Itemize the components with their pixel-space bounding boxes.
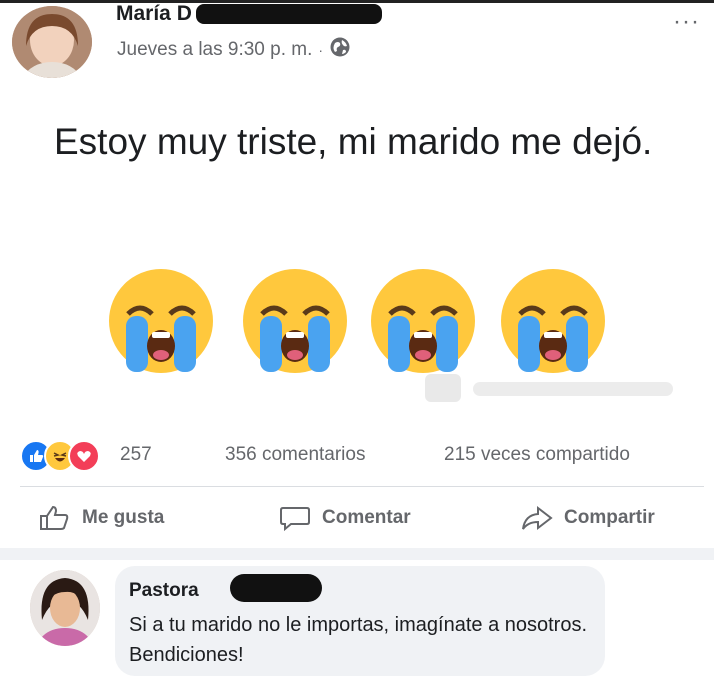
loudly-crying-face-icon — [371, 269, 475, 373]
commenter-avatar[interactable] — [30, 570, 100, 646]
more-options-icon[interactable]: ··· — [673, 8, 700, 36]
shares-count[interactable]: 215 veces compartido — [444, 444, 630, 466]
comment-icon — [280, 507, 310, 532]
post-text: Estoy muy triste, mi marido me dejó. — [54, 121, 653, 162]
share-arrow-icon — [522, 505, 553, 531]
commenter-name[interactable]: Pastora — [129, 580, 199, 602]
meta-separator: · — [318, 42, 324, 58]
love-icon — [68, 440, 100, 472]
like-label: Me gusta — [82, 507, 165, 528]
section-separator — [0, 548, 714, 560]
author-name-redaction — [196, 4, 382, 24]
post-timestamp[interactable]: Jueves a las 9:30 p. m. — [117, 39, 312, 61]
loudly-crying-face-icon — [109, 269, 213, 373]
author-name[interactable]: María D — [116, 2, 192, 26]
reaction-icons[interactable] — [20, 440, 100, 472]
post-meta: Jueves a las 9:30 p. m. · — [117, 36, 351, 64]
globe-icon — [329, 36, 351, 64]
post-actions: Me gusta Comentar Compartir — [0, 500, 714, 540]
reactions-row: 257 356 comentarios 215 veces compartido — [20, 440, 710, 472]
thumbs-up-icon — [40, 505, 69, 530]
comment-bubble: Pastora Si a tu marido no le importas, i… — [115, 566, 605, 676]
divider — [20, 486, 704, 487]
watermark-logo — [425, 374, 673, 402]
share-button[interactable]: Compartir — [520, 504, 655, 532]
share-label: Compartir — [564, 507, 655, 528]
comment-button[interactable]: Comentar — [278, 504, 411, 532]
reaction-count[interactable]: 257 — [120, 444, 152, 466]
comment-label: Comentar — [322, 507, 411, 528]
comments-count[interactable]: 356 comentarios — [225, 444, 365, 466]
emoji-row — [106, 266, 626, 376]
commenter-name-redaction — [230, 574, 322, 602]
loudly-crying-face-icon — [501, 269, 605, 373]
loudly-crying-face-icon — [243, 269, 347, 373]
author-avatar[interactable] — [12, 6, 92, 78]
comment-text: Si a tu marido no le importas, imagínate… — [129, 614, 588, 666]
post-header: María D Jueves a las 9:30 p. m. · ··· — [0, 0, 714, 90]
like-button[interactable]: Me gusta — [38, 504, 164, 532]
